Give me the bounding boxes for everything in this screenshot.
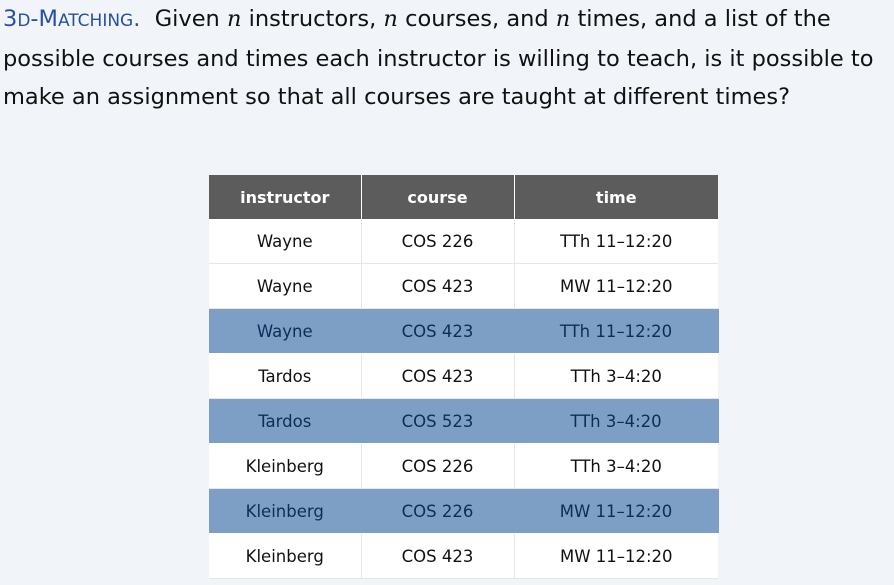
cell-course: COS 226: [361, 219, 515, 264]
header-course: course: [361, 175, 515, 219]
cell-time: TTh 3–4:20: [514, 353, 718, 399]
cell-instructor: Wayne: [209, 308, 362, 354]
cell-time: MW 11–12:20: [514, 263, 718, 309]
problem-name: 3D-MATCHING.: [3, 6, 140, 32]
table-row-highlighted: Wayne COS 423 TTh 11–12:20: [209, 308, 719, 354]
cell-instructor: Tardos: [209, 353, 362, 399]
statement-text-1: Given: [140, 6, 227, 32]
term-d: D: [17, 11, 31, 31]
cell-course: COS 226: [361, 443, 515, 489]
variable-n: n: [226, 6, 242, 32]
table-row-highlighted: Tardos COS 523 TTh 3–4:20: [209, 398, 719, 444]
table-row: Wayne COS 226 TTh 11–12:20: [209, 219, 718, 264]
cell-time: MW 11–12:20: [514, 488, 719, 534]
cell-time: MW 11–12:20: [514, 533, 718, 579]
cell-course: COS 423: [361, 263, 515, 309]
cell-instructor: Kleinberg: [209, 533, 362, 579]
cell-instructor: Wayne: [209, 219, 362, 264]
cell-time: TTh 3–4:20: [514, 443, 718, 489]
table-row: Kleinberg COS 226 TTh 3–4:20: [209, 443, 718, 489]
cell-instructor: Kleinberg: [209, 443, 362, 489]
header-time: time: [514, 175, 718, 219]
table-row: Tardos COS 423 TTh 3–4:20: [209, 353, 718, 399]
table-body: Wayne COS 226 TTh 11–12:20 Wayne COS 423 MW 1…: [209, 219, 719, 579]
cell-time: TTh 11–12:20: [514, 219, 718, 264]
cell-course: COS 423: [361, 533, 515, 579]
term-m: M: [38, 6, 58, 32]
assignment-table-wrapper: instructor course time Wayne COS 226 TTh 1…: [209, 175, 719, 579]
cell-instructor: Tardos: [209, 398, 362, 444]
cell-course: COS 523: [361, 398, 515, 444]
variable-n: n: [555, 6, 571, 32]
cell-instructor: Wayne: [209, 263, 362, 309]
header-instructor: instructor: [209, 175, 362, 219]
term-rest: ATCHING: [57, 11, 134, 31]
problem-statement: 3D-MATCHING. Given n instructors, n cour…: [3, 0, 893, 116]
table-row: Wayne COS 423 MW 11–12:20: [209, 263, 718, 309]
cell-instructor: Kleinberg: [209, 488, 362, 534]
term-dash: -: [30, 6, 39, 32]
cell-course: COS 423: [361, 308, 515, 354]
statement-text-2: instructors,: [241, 6, 384, 32]
cell-course: COS 226: [361, 488, 515, 534]
cell-time: TTh 3–4:20: [514, 398, 719, 444]
variable-n: n: [383, 6, 398, 32]
cell-time: TTh 11–12:20: [514, 308, 719, 354]
assignment-table: instructor course time Wayne COS 226 TTh 1…: [209, 175, 719, 579]
term-digit: 3: [3, 6, 18, 32]
table-row: Kleinberg COS 423 MW 11–12:20: [209, 533, 718, 579]
cell-course: COS 423: [361, 353, 515, 399]
table-header-row: instructor course time: [209, 175, 718, 219]
statement-text-3: courses, and: [397, 6, 556, 32]
table-row-highlighted: Kleinberg COS 226 MW 11–12:20: [209, 488, 719, 534]
